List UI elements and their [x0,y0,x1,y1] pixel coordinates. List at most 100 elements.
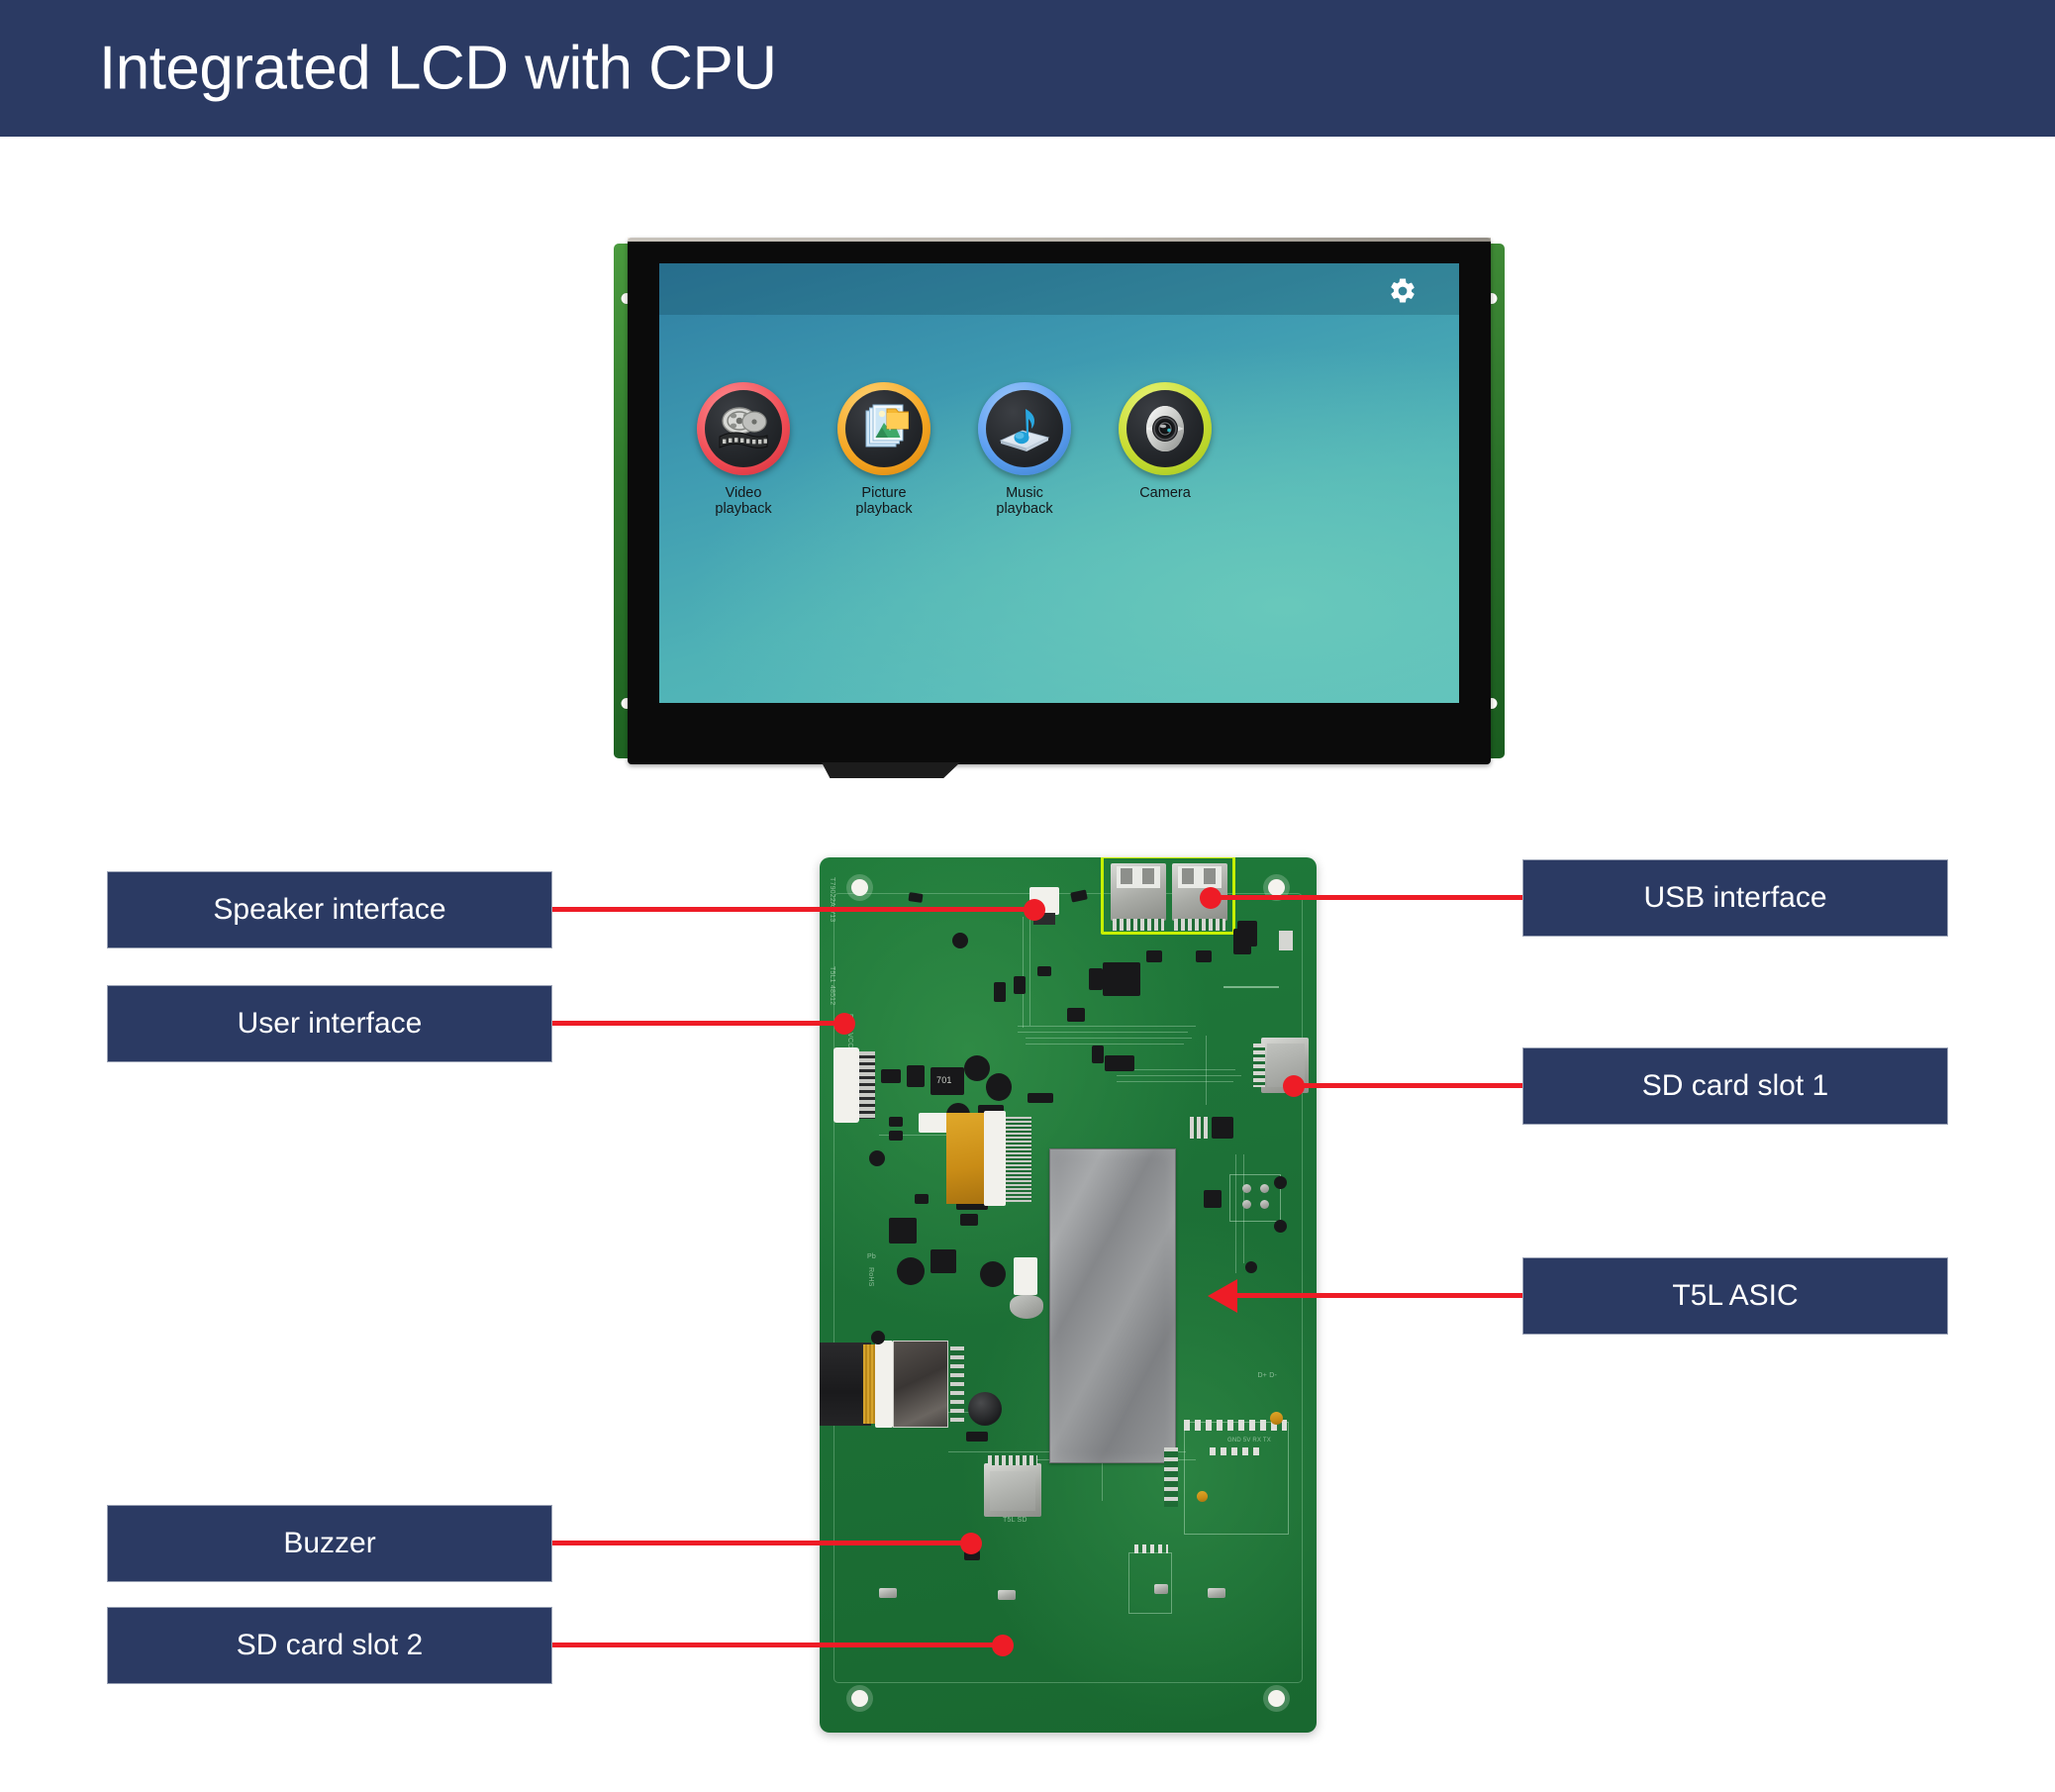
smd-part [1146,950,1162,962]
leader-line-speaker [552,907,1035,912]
sd-slot-2-pins [988,1455,1037,1465]
smd-part [1089,968,1103,990]
pad-row [1210,1447,1261,1455]
pcb-trace [1023,917,1024,1028]
smd-part [1037,966,1051,976]
ic-soic [1103,962,1140,996]
usb-contact [1182,868,1194,884]
ffc-connector-small [919,1113,948,1133]
ffc-connector-white [984,1111,1006,1206]
silkscreen-text: T5L SD [1003,1517,1028,1524]
silkscreen-text: 701 [936,1075,952,1085]
callout-label: SD card slot 1 [1641,1069,1829,1102]
leader-dot-speaker [1024,899,1045,921]
lcd-screen: Video playback Picture playback Music pl… [659,263,1459,703]
sd-slot-2-cavity [990,1471,1035,1511]
app-icon-ring[interactable] [978,382,1071,475]
leader-dot-user [833,1013,855,1035]
leader-dot-usb [1200,887,1222,909]
page-header: Integrated LCD with CPU [0,0,2055,137]
leader-line-sd2 [552,1643,1004,1647]
mounting-hole-icon [851,1690,868,1707]
callout-speaker-interface[interactable]: Speaker interface [107,871,552,948]
pcb-trace [1029,917,1030,1026]
pad [1260,1184,1269,1193]
callout-sd-card-slot-2[interactable]: SD card slot 2 [107,1607,552,1684]
smd-part [1014,976,1026,994]
pad-strip [950,1346,964,1424]
via [952,933,968,948]
callout-label: Speaker interface [213,893,446,926]
slide-root: Integrated LCD with CPU Video playback P… [0,0,2055,1792]
electrolytic-cap [964,1055,990,1081]
via [1274,1176,1287,1189]
smd-part [998,1590,1016,1600]
gold-pad [1270,1412,1283,1425]
leader-dot-buzzer [960,1533,982,1554]
pin-header [1190,1117,1208,1139]
callout-usb-interface[interactable]: USB interface [1522,859,1948,937]
silkscreen-text: T5L1 48512 [829,966,835,1006]
usb-pins [1113,919,1164,931]
smd-part [1154,1584,1168,1594]
leader-arrow-asic [1208,1279,1237,1313]
via [1245,1261,1257,1273]
pcb-trace [1026,1038,1192,1039]
callout-label: USB interface [1643,881,1827,914]
callout-label: Buzzer [283,1527,376,1559]
pcb-trace [1117,1069,1235,1070]
electrolytic-cap [897,1257,925,1285]
app-icon-ring[interactable] [837,382,930,475]
ic-qfn [1204,1190,1222,1208]
app-icon-ring[interactable] [697,382,790,475]
mounting-hole-icon [1268,1690,1285,1707]
smd-part [1067,1008,1085,1022]
wire-loop [1010,1295,1043,1319]
app-music-playback[interactable]: Music playback [978,382,1071,517]
pcb-trace [1223,986,1279,988]
pad [1242,1184,1251,1193]
bezel-highlight [628,238,1491,242]
usb-contact [1142,868,1154,884]
electrolytic-cap [980,1261,1006,1287]
asic-shield [1049,1148,1176,1463]
smd-part [889,1117,903,1127]
leader-dot-sd1 [1283,1075,1305,1097]
smd-part [915,1194,929,1204]
smd-part [966,1432,988,1442]
smd-part [1028,1093,1053,1103]
pad-strip [1164,1447,1178,1507]
smd-part [879,1588,897,1598]
smd-part [960,1214,978,1226]
app-camera[interactable]: Camera [1119,382,1212,517]
usb-contact [1121,868,1132,884]
app-picture-playback[interactable]: Picture playback [837,382,930,517]
pcb-trace [1117,1081,1233,1082]
buzzer [968,1392,1002,1426]
app-icon-ring[interactable] [1119,382,1212,475]
callout-t5l-asic[interactable]: T5L ASIC [1522,1257,1948,1335]
app-video-playback[interactable]: Video playback [697,382,790,517]
pcb-trace [1206,1036,1207,1105]
callout-buzzer[interactable]: Buzzer [107,1505,552,1582]
pcb-trace [1018,1032,1188,1033]
smd-part [1092,1045,1104,1063]
callout-user-interface[interactable]: User interface [107,985,552,1062]
page-title: Integrated LCD with CPU [99,34,777,103]
pcb-trace [1026,1044,1184,1045]
callout-label: User interface [237,1007,423,1040]
app-launcher-row: Video playback Picture playback Music pl… [697,382,1251,517]
smd-part [881,1069,901,1083]
gear-icon[interactable] [1388,276,1418,306]
silkscreen-text: GND 5V RX TX [1227,1438,1271,1444]
leader-dot-sd2 [992,1635,1014,1656]
smd-part [1208,1588,1225,1598]
smd-part [1279,931,1293,950]
pad [1242,1200,1251,1209]
pad [1260,1200,1269,1209]
callout-sd-card-slot-1[interactable]: SD card slot 1 [1522,1047,1948,1125]
smd-part [994,982,1006,1002]
via [871,1331,885,1344]
usb-contact [1204,868,1216,884]
ffc-connector-pins [1006,1117,1031,1202]
